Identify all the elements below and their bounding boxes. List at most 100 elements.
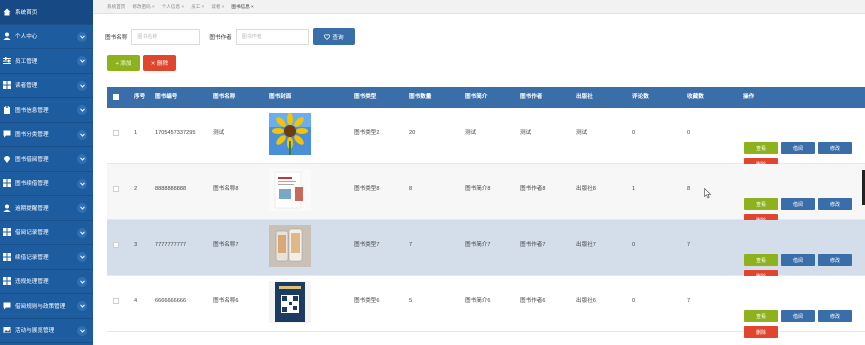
sidebar-item-personal-center[interactable]: 个人中心 (0, 25, 93, 49)
row-checkbox[interactable] (113, 242, 119, 248)
image-icon (3, 326, 11, 334)
cell-author: 图书作者7 (520, 242, 546, 248)
chevron-down-icon[interactable] (77, 129, 87, 140)
sidebar-item-overdue[interactable]: 逾期提醒管理 (0, 196, 93, 221)
cell-favs: 7 (687, 298, 691, 304)
edit-button[interactable]: 修改 (818, 198, 852, 210)
book-cover-image[interactable] (269, 113, 311, 155)
chevron-down-icon[interactable] (77, 178, 87, 189)
sidebar-item-renew-records[interactable]: 续借记录管理 (0, 245, 93, 270)
sidebar-item-book-info[interactable]: 图书信息管理 (0, 98, 93, 123)
cell-qty: 7 (409, 242, 413, 248)
book-cover-image[interactable] (269, 169, 311, 211)
chevron-down-icon[interactable] (77, 276, 87, 287)
sidebar-item-events[interactable]: 活动与展览管理 (0, 319, 93, 343)
borrow-button[interactable]: 借阅 (781, 310, 815, 322)
sidebar-item-book-category[interactable]: 图书分类管理 (0, 123, 93, 147)
header-author: 图书作者 (520, 94, 543, 100)
table-row[interactable]: 3 7777777777 图书名称7 图书类型7 7 图书简介7 图书作者7 出… (107, 220, 865, 282)
home-icon (3, 8, 11, 16)
borrow-button[interactable]: 借阅 (781, 198, 815, 210)
table-row[interactable]: 1 1705457337295 测试 图书类型2 20 测试 测试 测试 0 0… (107, 108, 865, 170)
select-all-checkbox[interactable] (113, 94, 119, 100)
view-button[interactable]: 查看 (744, 254, 778, 266)
cell-intro: 测试 (465, 130, 477, 136)
header-name: 图书名称 (213, 94, 236, 100)
chevron-down-icon[interactable] (77, 252, 87, 262)
sidebar-item-borrow-records[interactable]: 借阅记录管理 (0, 221, 93, 245)
cell-code: 7777777777 (155, 242, 187, 248)
view-button[interactable]: 查看 (744, 310, 778, 322)
header-actions: 操作 (743, 94, 755, 100)
view-button[interactable]: 查看 (744, 198, 778, 210)
delete-button[interactable]: ✕ 删除 (143, 55, 176, 71)
chevron-down-icon[interactable] (77, 227, 87, 238)
header-intro: 图书简介 (465, 94, 488, 100)
header-cover: 图书封面 (269, 94, 292, 100)
sliders-icon (3, 56, 11, 65)
chevron-down-icon[interactable] (77, 105, 87, 115)
borrow-button[interactable]: 借阅 (781, 254, 815, 266)
table-row[interactable]: 2 8888888888 图书名称8 图书类型8 8 图书简介8 图书作者8 出… (107, 164, 865, 226)
sidebar-item-label: 图书分类管理 (15, 132, 49, 139)
chevron-down-icon[interactable] (77, 56, 87, 66)
tab-bar: 系统首页 修改密码 × 个人信息 × 员工 × 读者 × 图书信息 × (93, 0, 865, 14)
cell-author: 图书作者6 (520, 298, 546, 304)
edit-button[interactable]: 修改 (818, 142, 852, 154)
cell-index: 2 (134, 186, 138, 192)
user-icon (3, 32, 11, 41)
query-button[interactable]: 查询 (313, 28, 355, 45)
cell-name: 图书名称7 (213, 242, 239, 248)
cell-qty: 8 (409, 186, 413, 192)
tab-personal-info[interactable]: 个人信息 × (162, 4, 184, 10)
cell-publisher: 出版社7 (576, 242, 596, 248)
mouse-cursor-icon (704, 187, 712, 201)
chevron-down-icon[interactable] (77, 301, 87, 311)
sidebar-item-home[interactable]: 系统首页 (0, 0, 93, 25)
chevron-down-icon[interactable] (77, 154, 87, 164)
tab-employees[interactable]: 员工 × (191, 4, 204, 10)
sidebar-item-label: 借阅记录管理 (15, 230, 49, 237)
sidebar-item-label: 图书续借管理 (15, 181, 49, 188)
book-name-input[interactable] (131, 28, 201, 45)
cell-comments: 0 (632, 130, 636, 136)
cell-name: 图书名称6 (213, 298, 239, 304)
tab-book-info[interactable]: 图书信息 × (231, 4, 253, 10)
person-icon (3, 204, 11, 212)
cell-name: 图书名称8 (213, 186, 239, 192)
chevron-down-icon[interactable] (77, 80, 87, 91)
sidebar-item-employees[interactable]: 员工管理 (0, 49, 93, 74)
sidebar-item-label: 个人中心 (15, 34, 38, 41)
view-button[interactable]: 查看 (744, 142, 778, 154)
tab-home[interactable]: 系统首页 (107, 4, 125, 10)
tab-change-password[interactable]: 修改密码 × (132, 4, 154, 10)
book-author-input[interactable] (235, 28, 309, 45)
table-row[interactable]: 4 6666666666 图书名称6 图书类型6 5 图书简介6 图书作者6 出… (107, 276, 865, 338)
sidebar-item-book-borrow[interactable]: 图书借阅管理 (0, 147, 93, 172)
cell-author: 图书作者8 (520, 186, 546, 192)
sidebar-item-readers[interactable]: 读者管理 (0, 74, 93, 98)
chevron-down-icon[interactable] (77, 325, 87, 336)
grid-icon (3, 81, 11, 90)
book-cover-image[interactable] (269, 225, 311, 267)
row-checkbox[interactable] (113, 298, 119, 304)
cell-type: 图书类型6 (354, 298, 380, 304)
book-cover-image[interactable] (269, 281, 311, 323)
cell-comments: 0 (632, 298, 636, 304)
sidebar-item-label: 员工管理 (15, 58, 38, 65)
chevron-down-icon[interactable] (77, 203, 87, 213)
sidebar-item-borrow-rules[interactable]: 借阅规则与政策管理 (0, 294, 93, 319)
chevron-down-icon[interactable] (77, 31, 87, 42)
sidebar-item-book-renew[interactable]: 图书续借管理 (0, 172, 93, 196)
sidebar-item-violations[interactable]: 违规处理管理 (0, 270, 93, 294)
tab-readers[interactable]: 读者 × (211, 4, 224, 10)
delete-row-button[interactable]: 删除 (744, 326, 778, 338)
row-checkbox[interactable] (113, 186, 119, 192)
add-button[interactable]: + 添加 (107, 55, 140, 71)
edit-button[interactable]: 修改 (818, 254, 852, 266)
books-table: 序号 图书编号 图书名称 图书封面 图书类型 图书数量 图书简介 图书作者 出版… (107, 87, 865, 338)
heart-icon (324, 33, 331, 40)
row-checkbox[interactable] (113, 130, 119, 136)
borrow-button[interactable]: 借阅 (781, 142, 815, 154)
edit-button[interactable]: 修改 (818, 310, 852, 322)
